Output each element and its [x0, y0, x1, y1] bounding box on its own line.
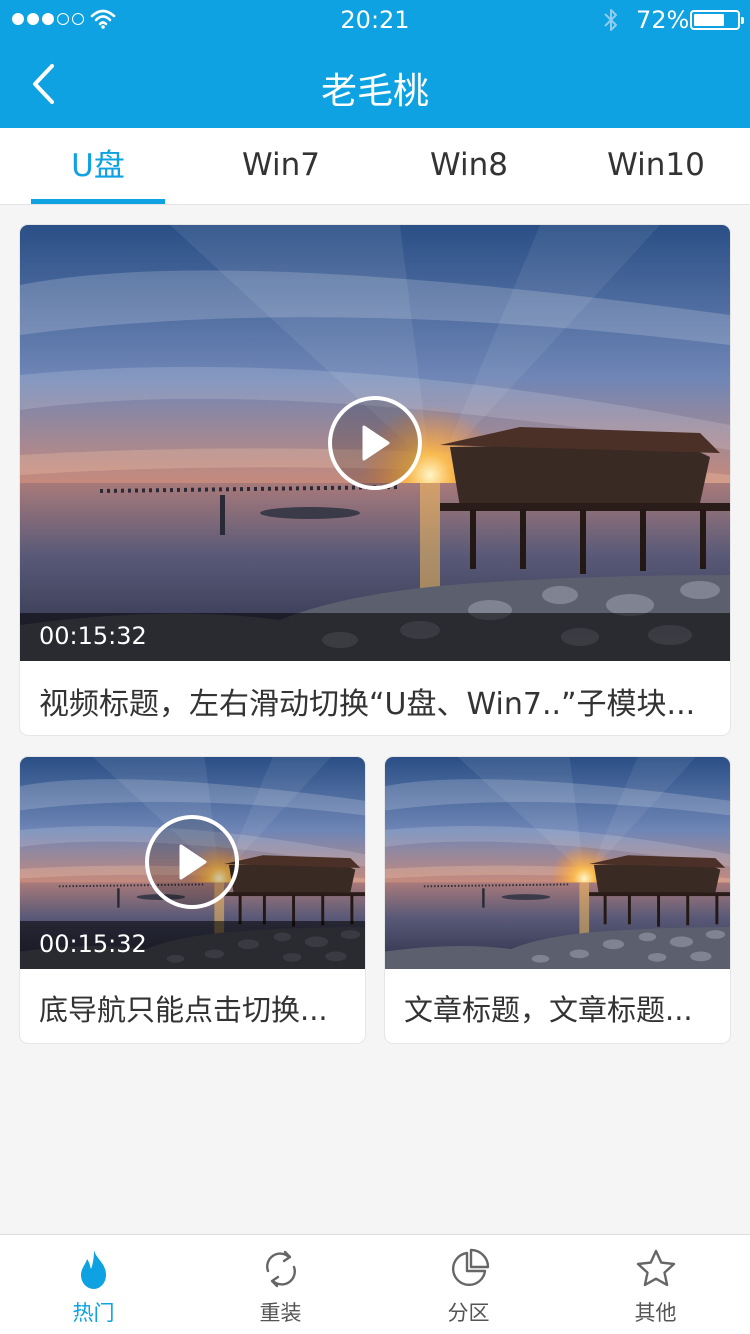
duration-overlay: 00:15:32: [20, 921, 365, 969]
video-title: 视频标题，左右滑动切换“U盘、Win7..”子模块...: [39, 687, 696, 722]
tab-win8[interactable]: Win8: [399, 128, 539, 204]
page-title: 老毛桃: [320, 71, 429, 112]
tabbar-label: 重装: [259, 1301, 302, 1325]
tab-label: Win8: [430, 147, 508, 183]
video-title: 底导航只能点击切换...: [39, 993, 328, 1027]
video-duration: 00:15:32: [39, 622, 147, 650]
tabbar-label: 分区: [447, 1301, 490, 1325]
article-title: 文章标题，文章标题...: [404, 993, 693, 1027]
status-bar: 20:21 72%: [0, 0, 750, 40]
category-tabs: U盘 Win7 Win8 Win10: [0, 128, 750, 205]
battery-percent: 72%: [636, 6, 690, 34]
nav-bar: 老毛桃: [0, 40, 750, 128]
tab-label: Win10: [607, 147, 705, 183]
video-card[interactable]: 00:15:32 底导航只能点击切换...: [20, 757, 365, 1043]
tab-win10[interactable]: Win10: [586, 128, 726, 204]
bottom-tab-bar: 热门 重装 分区 其他: [0, 1234, 750, 1334]
tabbar-item-partition[interactable]: 分区: [375, 1235, 562, 1334]
tabbar-item-other[interactable]: 其他: [562, 1235, 749, 1334]
tabbar-label: 其他: [634, 1301, 677, 1325]
battery-icon: [690, 10, 744, 30]
video-thumbnail: 00:15:32: [20, 757, 365, 969]
tab-active-indicator: [31, 199, 165, 204]
tab-label: U盘: [71, 148, 125, 184]
video-thumbnail: 00:15:32: [20, 225, 730, 661]
tab-label: Win7: [242, 147, 320, 183]
pie-chart-icon: [451, 1248, 489, 1287]
refresh-icon: [265, 1250, 296, 1288]
tabbar-item-reinstall[interactable]: 重装: [187, 1235, 374, 1334]
video-duration: 00:15:32: [39, 930, 147, 958]
tabbar-label: 热门: [72, 1301, 115, 1325]
article-thumbnail: [385, 757, 730, 969]
play-icon: [362, 425, 390, 461]
flame-icon: [80, 1250, 106, 1289]
featured-video-card[interactable]: 00:15:32 视频标题，左右滑动切换“U盘、Win7..”子模块...: [20, 225, 730, 735]
play-icon: [179, 844, 207, 880]
tab-win7[interactable]: Win7: [211, 128, 351, 204]
article-card[interactable]: 文章标题，文章标题...: [385, 757, 730, 1043]
tab-u-disk[interactable]: U盘: [31, 128, 165, 204]
star-icon: [636, 1249, 675, 1287]
tabbar-item-hot[interactable]: 热门: [0, 1235, 187, 1334]
battery-level-fill: [694, 14, 724, 26]
play-button[interactable]: [328, 396, 422, 490]
duration-overlay: 00:15:32: [20, 613, 730, 661]
bluetooth-icon: [604, 9, 617, 31]
play-button[interactable]: [145, 815, 239, 909]
